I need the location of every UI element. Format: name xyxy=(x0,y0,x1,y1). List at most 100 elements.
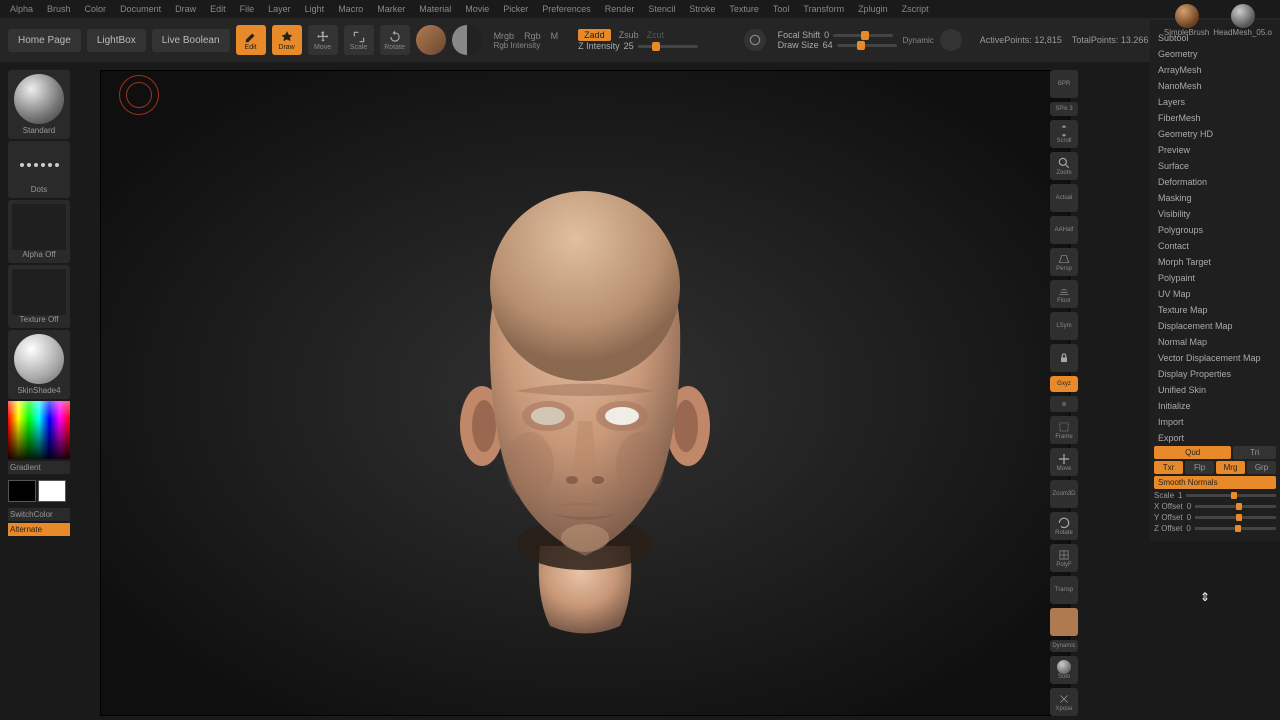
export-zoffset[interactable]: Z Offset 0 xyxy=(1154,524,1276,533)
axis-button[interactable]: ⊕ xyxy=(1050,396,1078,412)
move-mode-button[interactable]: Move xyxy=(308,25,338,55)
acc-normalmap[interactable]: Normal Map xyxy=(1154,334,1276,350)
menu-item[interactable]: Render xyxy=(605,4,635,14)
zsub-toggle[interactable]: Zsub xyxy=(619,30,639,40)
focal-shift-slider[interactable]: Focal Shift 0 xyxy=(778,30,897,40)
acc-surface[interactable]: Surface xyxy=(1154,158,1276,174)
lightbox-button[interactable]: LightBox xyxy=(87,29,146,52)
export-tri[interactable]: Tri xyxy=(1233,446,1276,459)
menu-item[interactable]: Alpha xyxy=(10,4,33,14)
tool-headmesh[interactable]: HeadMesh_05.o xyxy=(1213,4,1272,37)
gradient-swatch[interactable] xyxy=(452,25,482,55)
live-boolean-button[interactable]: Live Boolean xyxy=(152,29,230,52)
menu-item[interactable]: Transform xyxy=(803,4,844,14)
menu-item[interactable]: Picker xyxy=(503,4,528,14)
scroll-button[interactable]: Scroll xyxy=(1050,120,1078,148)
menu-item[interactable]: Stencil xyxy=(648,4,675,14)
export-yoffset[interactable]: Y Offset 0 xyxy=(1154,513,1276,522)
export-grp[interactable]: Grp xyxy=(1247,461,1276,474)
dynamic-icon[interactable] xyxy=(940,29,962,51)
acc-texturemap[interactable]: Texture Map xyxy=(1154,302,1276,318)
export-smooth-normals[interactable]: Smooth Normals xyxy=(1154,476,1276,489)
m-toggle[interactable]: M xyxy=(551,31,559,41)
alternate-button[interactable]: Alternate xyxy=(8,523,70,536)
export-xoffset[interactable]: X Offset 0 xyxy=(1154,502,1276,511)
zadd-toggle[interactable]: Zadd xyxy=(578,29,611,41)
menu-item[interactable]: Preferences xyxy=(542,4,591,14)
solo-button[interactable]: Solo xyxy=(1050,656,1078,684)
menu-item[interactable]: Brush xyxy=(47,4,71,14)
lock-button[interactable] xyxy=(1050,344,1078,372)
persp-button[interactable]: Persp xyxy=(1050,248,1078,276)
switch-color-button[interactable]: SwitchColor xyxy=(8,508,70,521)
texture-selector[interactable]: Texture Off xyxy=(8,265,70,328)
menu-item[interactable]: Edit xyxy=(210,4,226,14)
acc-vdmap[interactable]: Vector Displacement Map xyxy=(1154,350,1276,366)
menu-item[interactable]: File xyxy=(240,4,255,14)
draw-mode-button[interactable]: Draw xyxy=(272,25,302,55)
acc-morphtarget[interactable]: Morph Target xyxy=(1154,254,1276,270)
acc-preview[interactable]: Preview xyxy=(1154,142,1276,158)
zcut-toggle[interactable]: Zcut xyxy=(647,30,665,40)
home-button[interactable]: Home Page xyxy=(8,29,81,52)
zoom3d-button[interactable]: Zoom3D xyxy=(1050,480,1078,508)
color-picker[interactable] xyxy=(8,401,70,459)
menu-item[interactable]: Layer xyxy=(268,4,291,14)
acc-unifiedskin[interactable]: Unified Skin xyxy=(1154,382,1276,398)
acc-masking[interactable]: Masking xyxy=(1154,190,1276,206)
export-txr[interactable]: Txr xyxy=(1154,461,1183,474)
floor-button[interactable]: Floor xyxy=(1050,280,1078,308)
material-preview-button[interactable] xyxy=(1050,608,1078,636)
export-scale[interactable]: Scale 1 xyxy=(1154,491,1276,500)
acc-fibermesh[interactable]: FiberMesh xyxy=(1154,110,1276,126)
tool-simplebrush[interactable]: SimpleBrush xyxy=(1164,4,1209,37)
material-selector[interactable]: SkinShade4 xyxy=(8,330,70,399)
frame-button[interactable]: Frame xyxy=(1050,416,1078,444)
acc-geometry[interactable]: Geometry xyxy=(1154,46,1276,62)
acc-visibility[interactable]: Visibility xyxy=(1154,206,1276,222)
rgb-toggle[interactable]: Rgb xyxy=(524,31,541,41)
acc-displacementmap[interactable]: Displacement Map xyxy=(1154,318,1276,334)
acc-initialize[interactable]: Initialize xyxy=(1154,398,1276,414)
acc-export[interactable]: Export xyxy=(1154,430,1276,446)
spix-button[interactable]: SPix 3 xyxy=(1050,102,1078,116)
xpose-button[interactable]: Xpose xyxy=(1050,688,1078,716)
menu-item[interactable]: Stroke xyxy=(689,4,715,14)
acc-deformation[interactable]: Deformation xyxy=(1154,174,1276,190)
menu-item[interactable]: Texture xyxy=(729,4,759,14)
brush-selector[interactable]: Standard xyxy=(8,70,70,139)
acc-displayprops[interactable]: Display Properties xyxy=(1154,366,1276,382)
acc-contact[interactable]: Contact xyxy=(1154,238,1276,254)
draw-size-slider[interactable]: Draw Size 64 xyxy=(778,40,897,50)
acc-arraymesh[interactable]: ArrayMesh xyxy=(1154,62,1276,78)
acc-layers[interactable]: Layers xyxy=(1154,94,1276,110)
viewport[interactable] xyxy=(100,70,1070,716)
gxyz-button[interactable]: Gxyz xyxy=(1050,376,1078,392)
acc-nanomesh[interactable]: NanoMesh xyxy=(1154,78,1276,94)
menu-item[interactable]: Material xyxy=(419,4,451,14)
scale-mode-button[interactable]: Scale xyxy=(344,25,374,55)
rotate-mode-button[interactable]: Rotate xyxy=(380,25,410,55)
acc-uvmap[interactable]: UV Map xyxy=(1154,286,1276,302)
export-flp[interactable]: Flp xyxy=(1185,461,1214,474)
material-swatch[interactable] xyxy=(416,25,446,55)
mrgb-toggle[interactable]: Mrgb xyxy=(494,31,515,41)
bpr-button[interactable]: BPR xyxy=(1050,70,1078,98)
move-button[interactable]: Move xyxy=(1050,448,1078,476)
acc-polygroups[interactable]: Polygroups xyxy=(1154,222,1276,238)
acc-import[interactable]: Import xyxy=(1154,414,1276,430)
rotate-button[interactable]: Rotate xyxy=(1050,512,1078,540)
menu-item[interactable]: Document xyxy=(120,4,161,14)
edit-mode-button[interactable]: Edit xyxy=(236,25,266,55)
export-mrg[interactable]: Mrg xyxy=(1216,461,1245,474)
menu-item[interactable]: Zplugin xyxy=(858,4,888,14)
alpha-selector[interactable]: Alpha Off xyxy=(8,200,70,263)
menu-item[interactable]: Marker xyxy=(377,4,405,14)
zoom-button[interactable]: Zoom xyxy=(1050,152,1078,180)
menu-item[interactable]: Draw xyxy=(175,4,196,14)
actual-button[interactable]: Actual xyxy=(1050,184,1078,212)
transp-button[interactable]: Transp xyxy=(1050,576,1078,604)
aahalf-button[interactable]: AAHalf xyxy=(1050,216,1078,244)
gradient-label[interactable]: Gradient xyxy=(8,461,70,474)
menu-item[interactable]: Tool xyxy=(773,4,790,14)
